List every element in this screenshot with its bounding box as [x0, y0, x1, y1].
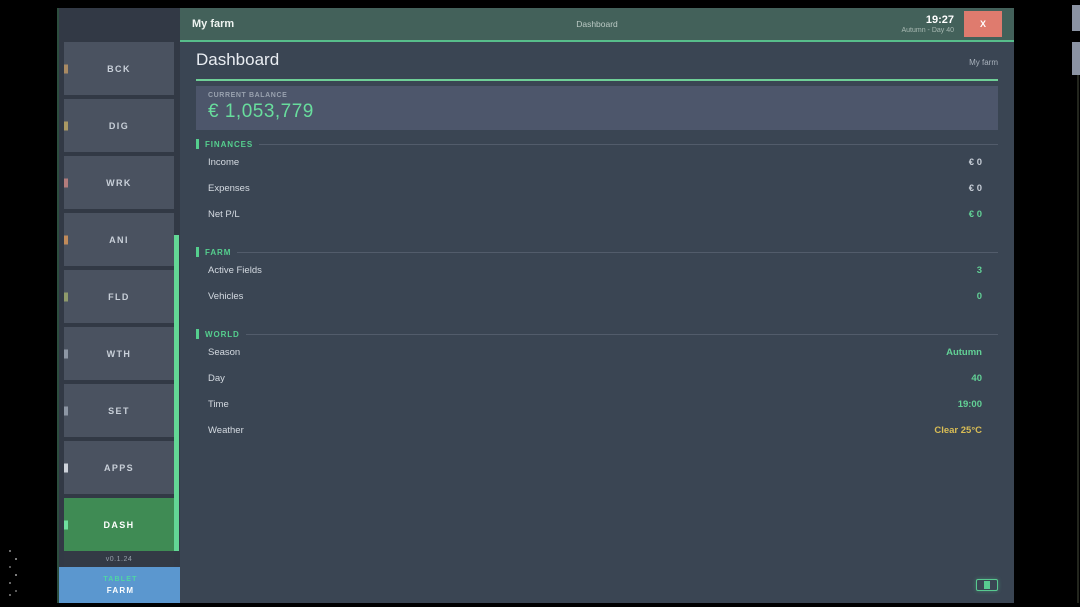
sidebar-item-animals[interactable]: ANI [64, 213, 174, 266]
battery-fill [984, 581, 990, 589]
dig-icon [64, 121, 68, 130]
section-farm: FARM Active Fields 3 Vehicles 0 [196, 247, 998, 309]
stat-row: Vehicles 0 [196, 283, 998, 309]
sidebar-item-dashboard[interactable]: DASH [64, 498, 174, 551]
stat-label: Vehicles [208, 291, 243, 302]
back-icon [64, 64, 68, 73]
work-icon [64, 178, 68, 187]
sidebar-item-work[interactable]: WRK [64, 156, 174, 209]
header-farm-name: My farm [192, 18, 462, 30]
main-panel: My farm Dashboard 19:27 Autumn - Day 40 … [180, 8, 1014, 603]
stat-row: Expenses € 0 [196, 175, 998, 201]
stat-label: Active Fields [208, 265, 262, 276]
clock: 19:27 Autumn - Day 40 [901, 14, 954, 34]
stat-label: Day [208, 373, 225, 384]
stat-row: Season Autumn [196, 339, 998, 365]
sidebar-item-label: DIG [109, 121, 129, 131]
tablet-label: TABLET [103, 576, 137, 583]
sidebar-item-label: SET [108, 406, 130, 416]
stat-label: Weather [208, 425, 244, 436]
stat-value: € 0 [969, 209, 982, 220]
sidebar-item-back[interactable]: BCK [64, 42, 174, 95]
stat-value: Autumn [946, 347, 982, 358]
sidebar-item-dig[interactable]: DIG [64, 99, 174, 152]
header-breadcrumb: Dashboard [462, 19, 732, 29]
section-header: FARM [196, 247, 998, 257]
balance-value: € 1,053,779 [208, 101, 986, 123]
current-balance-card: CURRENT BALANCE € 1,053,779 [196, 86, 998, 130]
stat-value: 40 [971, 373, 982, 384]
stat-label: Expenses [208, 183, 250, 194]
tablet-window: BCK DIG WRK ANI FLD WTH SET APPS [57, 8, 1014, 603]
sidebar-item-label: BCK [107, 64, 131, 74]
section-accent-bar [196, 139, 199, 149]
offscreen-window-fragment [1072, 42, 1080, 75]
section-divider-line [246, 334, 998, 335]
sidebar-item-label: WTH [107, 349, 132, 359]
stat-row: Active Fields 3 [196, 257, 998, 283]
stat-value: 19:00 [958, 399, 982, 410]
settings-icon [64, 406, 68, 415]
section-finances: FINANCES Income € 0 Expenses € 0 Net P/L… [196, 139, 998, 227]
section-divider-line [237, 252, 998, 253]
sidebar-item-settings[interactable]: SET [64, 384, 174, 437]
stat-label: Income [208, 157, 239, 168]
battery-icon [976, 579, 998, 591]
section-accent-bar [196, 247, 199, 257]
stat-row: Time 19:00 [196, 391, 998, 417]
section-header: WORLD [196, 329, 998, 339]
sidebar-item-label: FLD [108, 292, 130, 302]
sidebar-item-label: APPS [104, 463, 134, 473]
fields-icon [64, 292, 68, 301]
dashboard-content: Dashboard My farm CURRENT BALANCE € 1,05… [180, 42, 1014, 603]
section-title: WORLD [205, 330, 240, 339]
section-title: FARM [205, 248, 231, 257]
stat-label: Net P/L [208, 209, 240, 220]
version-label: v0.1.24 [64, 551, 174, 567]
noise-dots [9, 550, 11, 552]
offscreen-window-fragment [1072, 5, 1080, 31]
farm-label: FARM [107, 586, 134, 595]
sidebar-item-label: ANI [109, 235, 129, 245]
sidebar-item-label: WRK [106, 178, 132, 188]
stat-value: Clear 25°C [934, 425, 982, 436]
sidebar-item-label: DASH [103, 520, 134, 530]
close-button[interactable]: X [964, 11, 1002, 37]
section-header: FINANCES [196, 139, 998, 149]
offscreen-window-edge [1077, 75, 1079, 603]
sidebar-item-fields[interactable]: FLD [64, 270, 174, 323]
date-label: Autumn - Day 40 [901, 27, 954, 34]
stat-label: Season [208, 347, 240, 358]
stat-value: € 0 [969, 157, 982, 168]
stat-row: Weather Clear 25°C [196, 417, 998, 443]
stat-label: Time [208, 399, 229, 410]
page-title: Dashboard [196, 50, 279, 70]
stat-row: Income € 0 [196, 149, 998, 175]
farm-app-button[interactable]: TABLET FARM [59, 567, 182, 603]
sidebar-item-weather[interactable]: WTH [64, 327, 174, 380]
title-row: Dashboard My farm [196, 50, 998, 70]
stat-row: Day 40 [196, 365, 998, 391]
stat-row: Net P/L € 0 [196, 201, 998, 227]
title-divider [196, 79, 998, 81]
weather-icon [64, 349, 68, 358]
sidebar-scrollbar[interactable] [174, 235, 179, 551]
section-accent-bar [196, 329, 199, 339]
stat-value: 3 [977, 265, 982, 276]
time-label: 19:27 [901, 14, 954, 26]
section-world: WORLD Season Autumn Day 40 Time 19:00 We… [196, 329, 998, 443]
section-title: FINANCES [205, 140, 253, 149]
sidebar: BCK DIG WRK ANI FLD WTH SET APPS [57, 8, 180, 603]
content-farm-name: My farm [969, 58, 998, 70]
animals-icon [64, 235, 68, 244]
section-divider-line [259, 144, 998, 145]
dashboard-icon [64, 520, 68, 529]
header-bar: My farm Dashboard 19:27 Autumn - Day 40 … [180, 8, 1014, 42]
sidebar-item-apps[interactable]: APPS [64, 441, 174, 494]
balance-label: CURRENT BALANCE [208, 92, 986, 99]
stat-value: € 0 [969, 183, 982, 194]
apps-icon [64, 463, 68, 472]
stat-value: 0 [977, 291, 982, 302]
header-right: 19:27 Autumn - Day 40 X [732, 11, 1002, 37]
